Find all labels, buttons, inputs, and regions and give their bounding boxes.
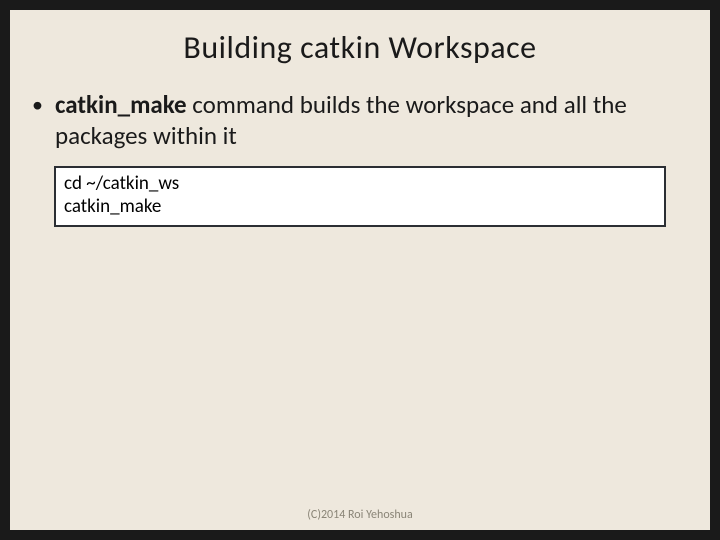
bullet-item: • catkin_make command builds the workspa… [10, 89, 710, 152]
code-line-2: catkin_make [64, 195, 656, 219]
bullet-icon: • [32, 91, 43, 119]
footer-copyright: (C)2014 Roi Yehoshua [10, 508, 710, 522]
code-box: cd ~/catkin_ws catkin_make [54, 166, 666, 228]
bullet-text: catkin_make command builds the workspace… [55, 89, 682, 152]
slide: Building catkin Workspace • catkin_make … [10, 10, 710, 530]
code-line-1: cd ~/catkin_ws [64, 172, 656, 196]
slide-title: Building catkin Workspace [10, 28, 710, 67]
bullet-bold: catkin_make [55, 89, 187, 120]
